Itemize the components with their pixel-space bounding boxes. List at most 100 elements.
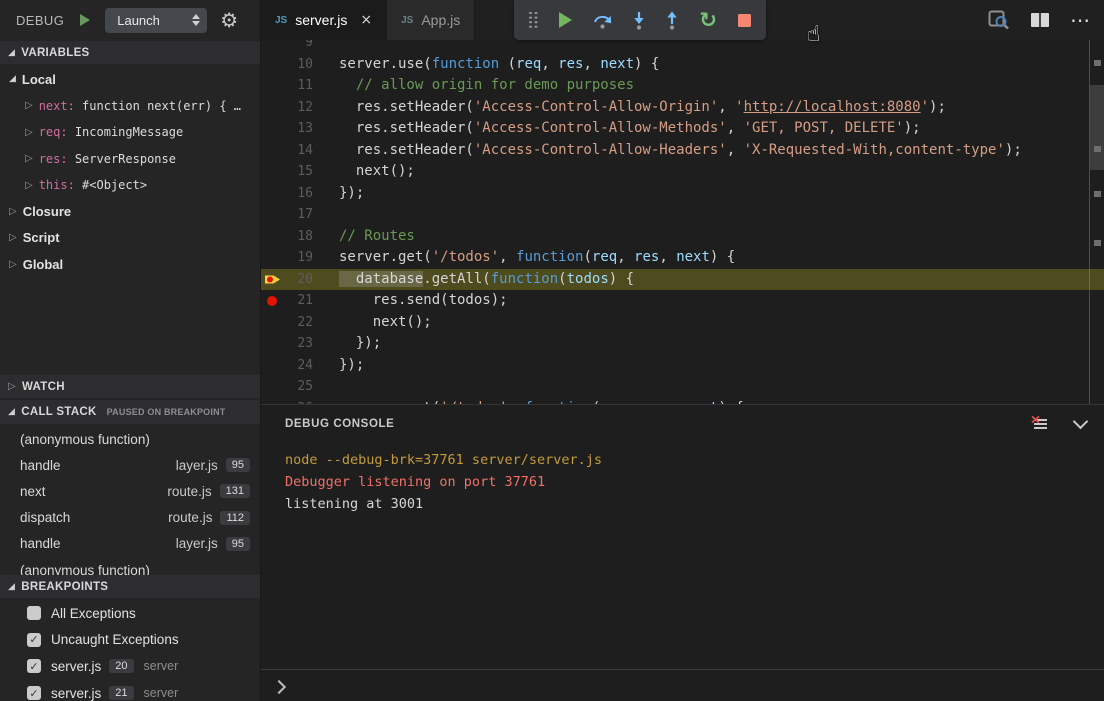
close-icon[interactable]: × [360,12,372,28]
code-line[interactable]: 15 next(); [261,161,1104,183]
line-number: 15 [283,161,313,183]
breakpoint-row[interactable]: ✓server.js21server [0,680,260,701]
code-line[interactable]: 16}); [261,183,1104,205]
checkbox[interactable] [27,606,41,620]
gutter[interactable] [261,54,283,76]
gutter[interactable] [261,226,283,248]
variables-section-header[interactable]: ◢ VARIABLES [0,41,260,64]
gutter[interactable] [261,161,283,183]
checkbox[interactable]: ✓ [27,659,41,673]
variable-value: ServerResponse [68,152,176,166]
code-line[interactable]: 11 // allow origin for demo purposes [261,75,1104,97]
variable-row[interactable]: ▷next: function next(err) { … [0,92,260,119]
code-line[interactable]: 10server.use(function (req, res, next) { [261,54,1104,76]
gutter[interactable] [261,97,283,119]
tab-server-js[interactable]: JSserver.js× [261,0,387,40]
code-line[interactable]: 17 [261,204,1104,226]
gutter[interactable] [261,118,283,140]
code-text: next(); [339,161,415,183]
frame-name: handle [20,458,61,473]
clear-console-icon[interactable] [1031,416,1049,432]
console-line: listening at 3001 [285,493,1104,515]
current-line-breakpoint-icon[interactable] [261,269,283,291]
call-stack-frame[interactable]: handlelayer.js95 [0,452,260,478]
code-line[interactable]: 21 res.send(todos); [261,290,1104,312]
console-input-row[interactable] [261,669,1104,701]
call-stack-frame[interactable]: dispatchroute.js112 [0,505,260,531]
code-line[interactable]: 19server.get('/todos', function(req, res… [261,247,1104,269]
code-line[interactable]: 20 database.getAll(function(todos) { [261,269,1104,291]
stop-icon[interactable] [738,14,751,27]
gutter[interactable] [261,247,283,269]
tab-label: server.js [295,12,347,28]
line-number: 21 [283,290,313,312]
scrollbar-thumb[interactable] [1090,85,1104,170]
tab-app-js[interactable]: JSApp.js [387,0,475,40]
gutter[interactable] [261,376,283,398]
continue-icon[interactable] [559,12,572,28]
gutter[interactable] [261,355,283,377]
gutter[interactable] [261,40,283,54]
code-line[interactable]: 24}); [261,355,1104,377]
breakpoint-row[interactable]: All Exceptions [0,600,260,627]
restart-icon[interactable]: ↻ [699,10,717,31]
gutter[interactable] [261,312,283,334]
variable-row[interactable]: ▷this: #<Object> [0,172,260,199]
step-over-icon[interactable] [593,12,612,29]
gutter[interactable] [261,333,283,355]
split-editor-icon[interactable] [1030,12,1050,28]
code-line[interactable]: 22 next(); [261,312,1104,334]
variable-group-global[interactable]: ▷Global [0,251,260,277]
breakpoint-row[interactable]: ✓Uncaught Exceptions [0,627,260,654]
collapse-panel-icon[interactable] [1073,414,1089,430]
code-line[interactable]: 18// Routes [261,226,1104,248]
checkbox[interactable]: ✓ [27,686,41,700]
breakpoints-section-header[interactable]: ◢ BREAKPOINTS [0,575,260,598]
code-line[interactable]: 13 res.setHeader('Access-Control-Allow-M… [261,118,1104,140]
breakpoint-row[interactable]: ✓server.js20server [0,653,260,680]
step-out-icon[interactable] [666,11,678,30]
breakpoint-scope: server [144,659,179,673]
gutter[interactable] [261,75,283,97]
variable-group-script[interactable]: ▷Script [0,225,260,251]
watch-section-header[interactable]: ▷ WATCH [0,375,260,398]
code-line[interactable]: 9 [261,40,1104,54]
twisty-icon: ▷ [25,180,33,191]
open-preview-icon[interactable] [988,10,1010,30]
code-line[interactable]: 25 [261,376,1104,398]
variable-name: res: [39,152,68,166]
call-stack-frame[interactable]: nextroute.js131 [0,478,260,504]
code-token: ' [921,99,929,115]
variable-row[interactable]: ▷res: ServerResponse [0,145,260,172]
gutter[interactable] [261,204,283,226]
code-token: , [541,56,558,72]
twisty-expanded-icon: ◢ [8,582,15,592]
code-line[interactable]: 23 }); [261,333,1104,355]
step-into-icon[interactable] [633,11,645,30]
code-token: }); [339,335,381,351]
checkbox[interactable]: ✓ [27,633,41,647]
code-editor[interactable]: 910server.use(function (req, res, next) … [261,40,1104,404]
code-text: }); [339,183,364,205]
gutter[interactable] [261,183,283,205]
variable-group-label: Script [23,230,60,245]
code-token: 'Access-Control-Allow-Origin' [474,99,718,115]
variable-group-closure[interactable]: ▷Closure [0,198,260,224]
code-token: }); [339,357,364,373]
code-line[interactable]: 14 res.setHeader('Access-Control-Allow-H… [261,140,1104,162]
call-stack-frame[interactable]: (anonymous function) [0,426,260,452]
call-stack-frame[interactable]: handlelayer.js95 [0,531,260,557]
code-token: res.setHeader( [339,99,474,115]
breakpoint-gutter[interactable] [261,290,283,312]
variable-row[interactable]: ▷req: IncomingMessage [0,119,260,146]
call-stack-section-header[interactable]: ◢ CALL STACK PAUSED ON BREAKPOINT [0,400,260,424]
launch-config-dropdown[interactable]: Launch [105,8,207,33]
start-debug-icon[interactable] [80,14,90,26]
gutter[interactable] [261,140,283,162]
more-actions-icon[interactable]: ⋯ [1070,10,1090,30]
gear-icon[interactable]: ⚙ [220,10,238,30]
drag-grip-icon[interactable] [529,12,538,29]
line-number: 10 [283,54,313,76]
variable-group-local[interactable]: ◢Local [0,66,260,92]
code-line[interactable]: 12 res.setHeader('Access-Control-Allow-O… [261,97,1104,119]
